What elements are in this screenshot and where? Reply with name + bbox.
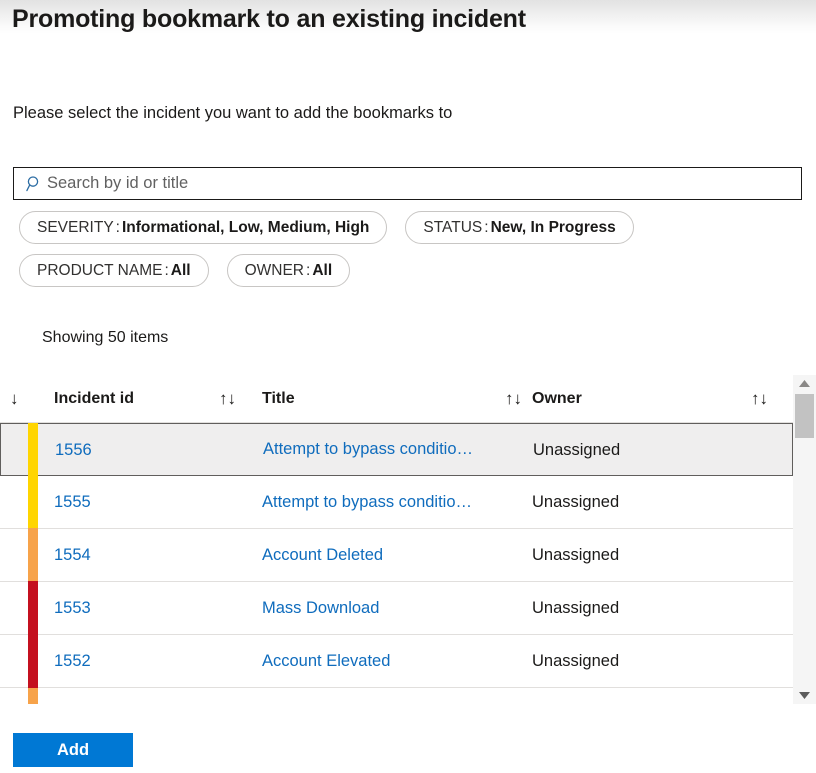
cell-owner: Unassigned	[532, 546, 620, 564]
severity-indicator	[28, 528, 38, 582]
filter-pill-product-name[interactable]: PRODUCT NAME : All	[19, 254, 209, 287]
search-input[interactable]	[47, 169, 801, 198]
severity-indicator	[28, 581, 38, 635]
table-row[interactable]: 1554 Account Deleted Unassigned	[0, 528, 793, 582]
table-row[interactable]: 1553 Mass Download Unassigned	[0, 581, 793, 635]
results-count: Showing 50 items	[42, 329, 169, 346]
cell-title[interactable]: Account Elevated	[262, 635, 524, 688]
filter-pill-product-name-value: All	[170, 261, 191, 279]
filter-row-1: SEVERITY : Informational, Low, Medium, H…	[19, 211, 809, 244]
page-title: Promoting bookmark to an existing incide…	[12, 5, 526, 33]
cell-owner: Unassigned	[533, 441, 621, 459]
scroll-up-arrow-icon[interactable]	[793, 375, 816, 392]
cell-incident-id[interactable]: 1556	[55, 424, 255, 477]
filter-pill-severity-sep: :	[115, 218, 120, 236]
column-header-title[interactable]: Title ↑↓	[262, 375, 530, 422]
filter-pill-product-name-sep: :	[164, 261, 169, 279]
filter-pill-severity-key: SEVERITY	[37, 218, 114, 236]
table-row-partial[interactable]	[0, 688, 793, 704]
severity-indicator	[28, 634, 38, 688]
filter-pill-group: SEVERITY : Informational, Low, Medium, H…	[19, 211, 809, 297]
sort-toggle-icon[interactable]: ↑↓	[751, 390, 790, 407]
filter-pill-status-value: New, In Progress	[490, 218, 616, 236]
cell-owner: Unassigned	[532, 493, 620, 511]
table-scrollbar[interactable]	[793, 375, 816, 704]
filter-pill-product-name-key: PRODUCT NAME	[37, 261, 163, 279]
filter-pill-status[interactable]: STATUS : New, In Progress	[405, 211, 634, 244]
filter-pill-owner-value: All	[312, 261, 333, 279]
filter-pill-owner[interactable]: OWNER : All	[226, 254, 351, 287]
cell-title[interactable]: Attempt to bypass conditio…	[263, 424, 525, 477]
cell-incident-id[interactable]: 1555	[54, 476, 254, 529]
cell-incident-id[interactable]: 1553	[54, 582, 254, 635]
table-row[interactable]: 1556 Attempt to bypass conditio… Unassig…	[0, 423, 793, 476]
table-header-row: ↓ Incident id ↑↓ Title ↑↓ Owner ↑↓	[0, 375, 793, 423]
sort-toggle-icon[interactable]: ↑↓	[505, 390, 530, 407]
column-header-severity[interactable]: ↓	[10, 375, 54, 422]
column-header-incident-id[interactable]: Incident id ↑↓	[54, 375, 258, 422]
add-button[interactable]: Add	[13, 733, 133, 767]
filter-pill-severity-value: Informational, Low, Medium, High	[121, 218, 370, 236]
filter-pill-status-key: STATUS	[423, 218, 483, 236]
search-icon	[21, 175, 47, 192]
cell-owner: Unassigned	[532, 652, 620, 670]
cell-incident-id[interactable]: 1552	[54, 635, 254, 688]
cell-title[interactable]: Account Deleted	[262, 529, 524, 582]
severity-indicator	[28, 688, 38, 704]
cell-incident-id[interactable]: 1554	[54, 529, 254, 582]
column-header-owner-label: Owner	[532, 389, 582, 407]
instruction-text: Please select the incident you want to a…	[13, 104, 453, 122]
scroll-down-arrow-icon[interactable]	[793, 687, 816, 704]
filter-pill-owner-key: OWNER	[244, 261, 304, 279]
column-header-title-label: Title	[262, 389, 295, 407]
search-box[interactable]	[13, 167, 802, 200]
sort-descending-icon[interactable]: ↓	[10, 390, 19, 407]
filter-pill-status-sep: :	[484, 218, 489, 236]
cell-title[interactable]: Mass Download	[262, 582, 524, 635]
column-header-incident-id-label: Incident id	[54, 389, 134, 407]
severity-indicator	[28, 475, 38, 529]
filter-pill-severity[interactable]: SEVERITY : Informational, Low, Medium, H…	[19, 211, 388, 244]
table-body: 1556 Attempt to bypass conditio… Unassig…	[0, 423, 793, 704]
table-row[interactable]: 1555 Attempt to bypass conditio… Unassig…	[0, 475, 793, 529]
filter-row-2: PRODUCT NAME : All OWNER : All	[19, 254, 809, 287]
column-header-owner[interactable]: Owner ↑↓	[532, 375, 790, 422]
filter-pill-owner-sep: :	[306, 261, 311, 279]
incident-table: ↓ Incident id ↑↓ Title ↑↓ Owner ↑↓ 1556 …	[0, 375, 816, 704]
sort-toggle-icon[interactable]: ↑↓	[219, 390, 258, 407]
severity-indicator	[28, 423, 38, 476]
cell-owner: Unassigned	[532, 599, 620, 617]
scrollbar-thumb[interactable]	[795, 394, 814, 438]
cell-title[interactable]: Attempt to bypass conditio…	[262, 476, 524, 529]
table-row[interactable]: 1552 Account Elevated Unassigned	[0, 634, 793, 688]
